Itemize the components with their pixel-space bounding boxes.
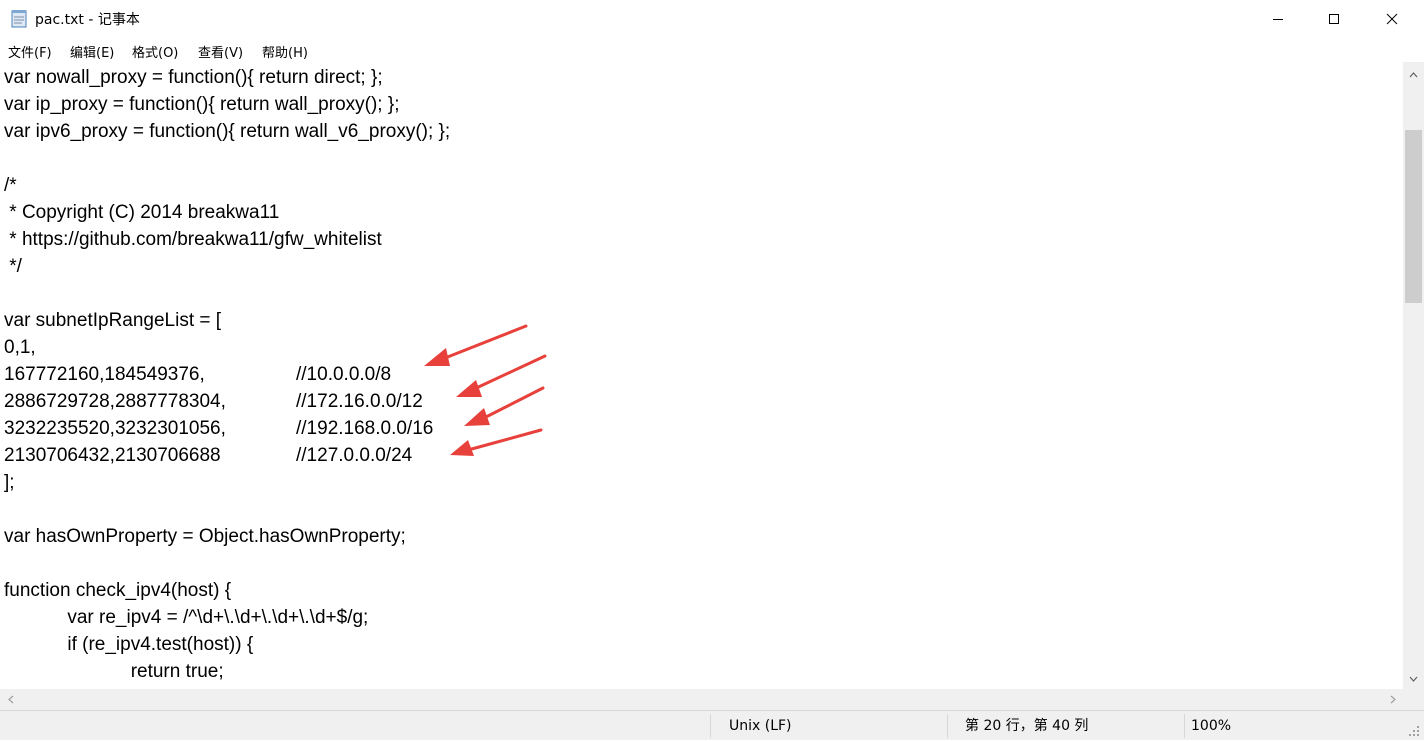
code-line: function check_ipv4(host) { (4, 577, 231, 604)
code-line: /* (4, 172, 17, 199)
text-editor[interactable]: var nowall_proxy = function(){ return di… (0, 62, 1403, 689)
code-text: 167772160,184549376, (4, 364, 205, 385)
code-text: var subnetIpRangeList = [ (4, 310, 222, 331)
code-line: 2886729728,2887778304, //172.16.0.0/12 (4, 388, 423, 415)
code-text: /* (4, 175, 17, 196)
scroll-up-button[interactable] (1403, 66, 1424, 83)
code-line: 167772160,184549376, //10.0.0.0/8 (4, 361, 391, 388)
code-text: 2130706432,2130706688 (4, 445, 221, 466)
code-line: var ip_proxy = function(){ return wall_p… (4, 91, 399, 118)
code-line: 0,1, (4, 334, 36, 361)
status-divider (710, 714, 711, 738)
code-line: var re_ipv4 = /^\d+\.\d+\.\d+\.\d+$/g; (4, 604, 368, 631)
code-line: if (re_ipv4.test(host)) { (4, 631, 253, 658)
title-bar[interactable]: pac.txt - 记事本 (0, 0, 1424, 38)
status-divider (947, 714, 948, 738)
menu-edit[interactable]: 编辑(E) (70, 42, 114, 61)
window-title: pac.txt - 记事本 (35, 12, 140, 28)
code-text: * Copyright (C) 2014 breakwa11 (4, 202, 280, 223)
vertical-scroll-thumb[interactable] (1405, 130, 1422, 303)
close-icon (1386, 13, 1398, 25)
cursor-position-status: 第 20 行，第 40 列 (965, 718, 1089, 734)
code-text: * https://github.com/breakwa11/gfw_white… (4, 229, 382, 250)
zoom-status: 100% (1191, 718, 1232, 734)
code-comment: //10.0.0.0/8 (296, 364, 392, 385)
code-comment: //127.0.0.0/24 (296, 445, 413, 466)
code-text: return true; (4, 661, 224, 682)
code-text: var ipv6_proxy = function(){ return wall… (4, 121, 451, 142)
scroll-down-button[interactable] (1403, 670, 1424, 687)
code-line: */ (4, 253, 22, 280)
code-text: */ (4, 256, 22, 277)
chevron-left-icon (7, 695, 13, 704)
scroll-right-button[interactable] (1382, 691, 1403, 708)
close-button[interactable] (1363, 0, 1421, 38)
status-divider (1184, 714, 1185, 738)
code-comment: //192.168.0.0/16 (296, 418, 434, 439)
resize-grip-icon[interactable] (1408, 725, 1420, 737)
code-line: 3232235520,3232301056, //192.168.0.0/16 (4, 415, 433, 442)
maximize-button[interactable] (1305, 0, 1363, 38)
menu-view[interactable]: 查看(V) (198, 42, 243, 61)
code-comment: //172.16.0.0/12 (296, 391, 423, 412)
scroll-left-button[interactable] (0, 691, 21, 708)
menu-bar: 文件(F) 编辑(E) 格式(O) 查看(V) 帮助(H) (0, 38, 1424, 62)
chevron-down-icon (1409, 676, 1418, 682)
code-line: ]; (4, 469, 15, 496)
maximize-icon (1329, 14, 1339, 24)
code-line: 2130706432,2130706688 //127.0.0.0/24 (4, 442, 412, 469)
code-text: 2886729728,2887778304, (4, 391, 226, 412)
code-line: return true; (4, 658, 224, 685)
scrollbar-corner (1403, 689, 1424, 710)
code-text: if (re_ipv4.test(host)) { (4, 634, 254, 655)
line-ending-status: Unix (LF) (729, 718, 792, 734)
code-text: var ip_proxy = function(){ return wall_p… (4, 94, 400, 115)
menu-file[interactable]: 文件(F) (8, 42, 52, 61)
menu-format[interactable]: 格式(O) (132, 42, 178, 61)
code-line: var ipv6_proxy = function(){ return wall… (4, 118, 450, 145)
code-line: * Copyright (C) 2014 breakwa11 (4, 199, 279, 226)
status-bar: Unix (LF) 第 20 行，第 40 列 100% (0, 710, 1424, 740)
code-text: var nowall_proxy = function(){ return di… (4, 67, 383, 88)
code-text: ]; (4, 472, 15, 493)
minimize-icon (1273, 19, 1283, 20)
notepad-icon (11, 10, 27, 28)
horizontal-scrollbar[interactable] (0, 689, 1403, 710)
minimize-button[interactable] (1249, 0, 1307, 38)
code-line: var hasOwnProperty = Object.hasOwnProper… (4, 523, 406, 550)
code-text: var re_ipv4 = /^\d+\.\d+\.\d+\.\d+$/g; (4, 607, 369, 628)
code-text: 0,1, (4, 337, 36, 358)
code-line: var nowall_proxy = function(){ return di… (4, 64, 383, 91)
chevron-right-icon (1390, 695, 1396, 704)
code-text: 3232235520,3232301056, (4, 418, 226, 439)
code-line: var subnetIpRangeList = [ (4, 307, 221, 334)
code-text: var hasOwnProperty = Object.hasOwnProper… (4, 526, 406, 547)
chevron-up-icon (1409, 71, 1418, 77)
menu-help[interactable]: 帮助(H) (262, 42, 308, 61)
code-line: * https://github.com/breakwa11/gfw_white… (4, 226, 382, 253)
code-text: function check_ipv4(host) { (4, 580, 232, 601)
